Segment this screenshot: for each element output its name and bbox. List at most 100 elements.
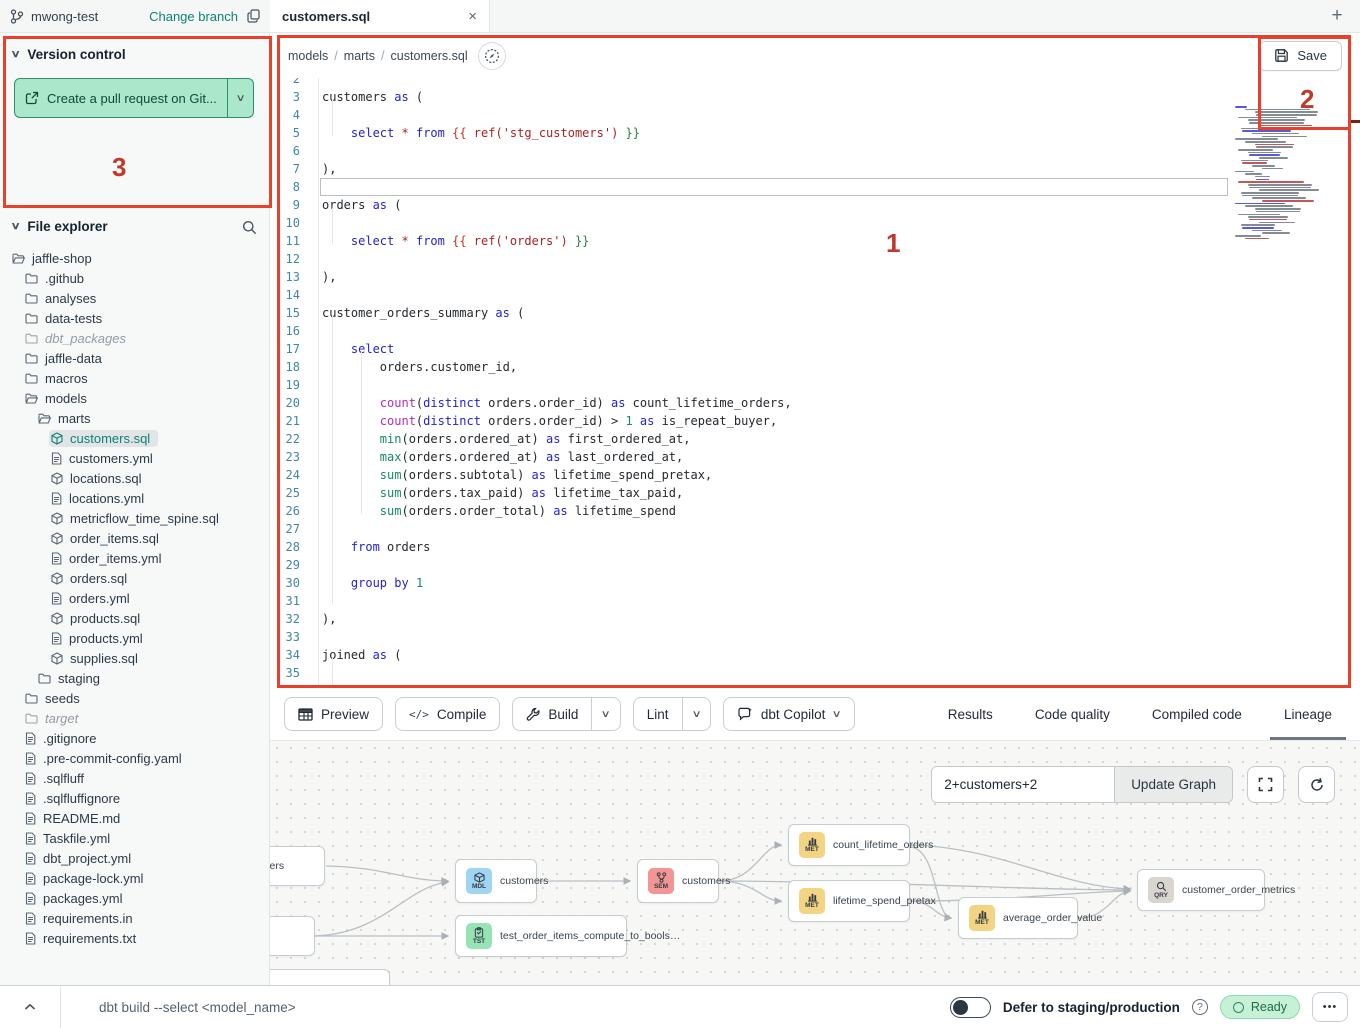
build-button[interactable]: Build ∨ xyxy=(512,697,620,731)
tree-item-staging[interactable]: staging xyxy=(6,668,263,688)
tree-item--github[interactable]: .github xyxy=(6,268,263,288)
code-line-11[interactable]: 11 select * from {{ ref('orders') }} xyxy=(270,232,1360,250)
tree-item--sqlfluffignore[interactable]: .sqlfluffignore xyxy=(6,788,263,808)
lineage-node-lifetime-spend-pretax[interactable]: METlifetime_spend_pretax xyxy=(788,880,910,922)
code-line-9[interactable]: 9orders as ( xyxy=(270,196,1360,214)
lineage-node-count-lifetime-orders[interactable]: METcount_lifetime_orders xyxy=(788,824,910,866)
tree-item-jaffle-shop[interactable]: jaffle-shop xyxy=(6,248,263,268)
result-tab-results[interactable]: Results xyxy=(948,688,993,740)
lineage-node-stg-customers[interactable]: stg_customers xyxy=(270,846,325,886)
code-line-7[interactable]: 7), xyxy=(270,160,1360,178)
code-line-26[interactable]: 26 sum(orders.order_total) as lifetime_s… xyxy=(270,502,1360,520)
code-line-2[interactable]: 2 xyxy=(270,78,1360,88)
tree-item--sqlfluff[interactable]: .sqlfluff xyxy=(6,768,263,788)
code-line-20[interactable]: 20 count(distinct orders.order_id) as co… xyxy=(270,394,1360,412)
code-line-10[interactable]: 10 xyxy=(270,214,1360,232)
tree-item-dbt-project-yml[interactable]: dbt_project.yml xyxy=(6,848,263,868)
tree-item-data-tests[interactable]: data-tests xyxy=(6,308,263,328)
code-line-28[interactable]: 28 from orders xyxy=(270,538,1360,556)
code-line-19[interactable]: 19 xyxy=(270,376,1360,394)
code-line-12[interactable]: 12 xyxy=(270,250,1360,268)
tree-item-orders-yml[interactable]: orders.yml xyxy=(6,588,263,608)
lineage-node-customer-order-metrics[interactable]: QRYcustomer_order_metrics xyxy=(1137,869,1265,911)
tab-close-icon[interactable]: × xyxy=(468,9,477,24)
code-line-8[interactable]: 8 xyxy=(270,178,1360,196)
tree-item-analyses[interactable]: analyses xyxy=(6,288,263,308)
tree-item-locations-sql[interactable]: locations.sql xyxy=(6,468,263,488)
result-tab-code-quality[interactable]: Code quality xyxy=(1035,688,1110,740)
lineage-node-average-order-value[interactable]: METaverage_order_value xyxy=(958,897,1078,939)
lint-button[interactable]: Lint ∨ xyxy=(633,697,711,731)
tree-item-readme-md[interactable]: README.md xyxy=(6,808,263,828)
tree-item-jaffle-data[interactable]: jaffle-data xyxy=(6,348,263,368)
tree-item-taskfile-yml[interactable]: Taskfile.yml xyxy=(6,828,263,848)
code-line-18[interactable]: 18 orders.customer_id, xyxy=(270,358,1360,376)
file-explorer-header[interactable]: ∨ File explorer xyxy=(0,206,269,242)
pr-dropdown-caret[interactable]: ∨ xyxy=(227,79,253,117)
code-line-25[interactable]: 25 sum(orders.tax_paid) as lifetime_tax_… xyxy=(270,484,1360,502)
preview-button[interactable]: Preview xyxy=(284,697,383,731)
tree-item-package-lock-yml[interactable]: package-lock.yml xyxy=(6,868,263,888)
tree-item--pre-commit-config-yaml[interactable]: .pre-commit-config.yaml xyxy=(6,748,263,768)
code-line-33[interactable]: 33 xyxy=(270,628,1360,646)
tree-item-requirements-in[interactable]: requirements.in xyxy=(6,908,263,928)
code-line-14[interactable]: 14 xyxy=(270,286,1360,304)
lineage-selector-input[interactable] xyxy=(932,767,1114,802)
code-line-23[interactable]: 23 max(orders.ordered_at) as last_ordere… xyxy=(270,448,1360,466)
tree-item--gitignore[interactable]: .gitignore xyxy=(6,728,263,748)
help-icon[interactable]: ? xyxy=(1192,999,1208,1015)
tree-item-customers-yml[interactable]: customers.yml xyxy=(6,448,263,468)
lint-dropdown-caret[interactable]: ∨ xyxy=(682,698,710,730)
code-line-31[interactable]: 31 xyxy=(270,592,1360,610)
copy-branch-icon[interactable] xyxy=(247,9,260,23)
tree-item-target[interactable]: target xyxy=(6,708,263,728)
tree-item-dbt-packages[interactable]: dbt_packages xyxy=(6,328,263,348)
code-line-21[interactable]: 21 count(distinct orders.order_id) > 1 a… xyxy=(270,412,1360,430)
lineage-node-orders[interactable]: orders xyxy=(270,916,315,956)
code-line-16[interactable]: 16 xyxy=(270,322,1360,340)
tree-item-order-items-sql[interactable]: order_items.sql xyxy=(6,528,263,548)
code-line-29[interactable]: 29 xyxy=(270,556,1360,574)
code-line-15[interactable]: 15customer_orders_summary as ( xyxy=(270,304,1360,322)
code-line-4[interactable]: 4 xyxy=(270,106,1360,124)
lineage-node-customers[interactable]: SEMcustomers xyxy=(637,859,719,903)
tree-item-products-yml[interactable]: products.yml xyxy=(6,628,263,648)
code-line-35[interactable]: 35 xyxy=(270,664,1360,682)
tree-item-seeds[interactable]: seeds xyxy=(6,688,263,708)
code-line-13[interactable]: 13), xyxy=(270,268,1360,286)
fullscreen-button[interactable] xyxy=(1247,766,1284,803)
lineage-panel[interactable]: stg_customersordersMDLcustomersTSTtest_o… xyxy=(270,740,1360,985)
build-dropdown-caret[interactable]: ∨ xyxy=(591,698,619,730)
code-line-30[interactable]: 30 group by 1 xyxy=(270,574,1360,592)
code-line-5[interactable]: 5 select * from {{ ref('stg_customers') … xyxy=(270,124,1360,142)
refresh-button[interactable] xyxy=(1298,766,1335,803)
tree-item-products-sql[interactable]: products.sql xyxy=(6,608,263,628)
dbt-copilot-button[interactable]: dbt Copilot ∨ xyxy=(723,697,855,731)
code-editor[interactable]: 23customers as (45 select * from {{ ref(… xyxy=(270,78,1360,688)
tree-item-macros[interactable]: macros xyxy=(6,368,263,388)
tree-item-metricflow-time-spine-sql[interactable]: metricflow_time_spine.sql xyxy=(6,508,263,528)
tree-item-customers-sql[interactable]: customers.sql xyxy=(6,428,263,448)
defer-toggle[interactable] xyxy=(950,997,991,1018)
code-line-22[interactable]: 22 min(orders.ordered_at) as first_order… xyxy=(270,430,1360,448)
lineage-node-test-order-items-compute-to-bools-[interactable]: TSTtest_order_items_compute_to_bools… xyxy=(455,915,627,957)
change-branch-link[interactable]: Change branch xyxy=(149,9,238,24)
breadcrumb-item[interactable]: marts xyxy=(344,49,375,63)
result-tab-compiled-code[interactable]: Compiled code xyxy=(1152,688,1242,740)
create-pull-request-button[interactable]: Create a pull request on Git... ∨ xyxy=(14,78,254,118)
code-minimap[interactable] xyxy=(1235,106,1318,246)
breadcrumb-item[interactable]: models xyxy=(288,49,328,63)
more-options-button[interactable]: ••• xyxy=(1312,992,1348,1022)
code-line-27[interactable]: 27 xyxy=(270,520,1360,538)
result-tab-lineage[interactable]: Lineage xyxy=(1284,688,1332,740)
compass-icon-button[interactable] xyxy=(478,42,506,70)
chevron-up-icon[interactable] xyxy=(0,1000,60,1014)
tree-item-requirements-txt[interactable]: requirements.txt xyxy=(6,928,263,948)
version-control-header[interactable]: ∨ Version control xyxy=(0,33,269,70)
update-graph-button[interactable]: Update Graph xyxy=(1114,767,1232,802)
breadcrumb-item[interactable]: customers.sql xyxy=(391,49,468,63)
code-line-17[interactable]: 17 select xyxy=(270,340,1360,358)
search-icon[interactable] xyxy=(242,220,257,238)
tree-item-models[interactable]: models xyxy=(6,388,263,408)
tree-item-locations-yml[interactable]: locations.yml xyxy=(6,488,263,508)
